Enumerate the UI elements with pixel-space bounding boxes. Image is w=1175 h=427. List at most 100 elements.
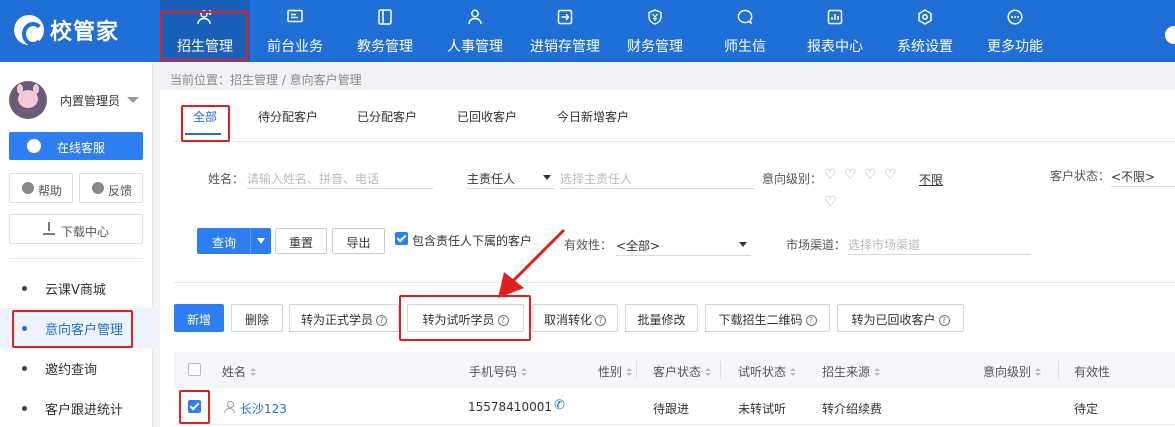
download-center-label: 下载中心 <box>61 225 110 239</box>
heart-icon[interactable]: ♡ <box>824 194 837 210</box>
online-service-label: 在线客服 <box>57 141 106 155</box>
intent-unlimited-link[interactable]: 不限 <box>919 171 943 188</box>
feedback-icon <box>92 182 104 194</box>
name-search-input[interactable]: 请输入姓名、拼音、电话 <box>247 165 433 189</box>
convert-formal-button[interactable]: 转为正式学员? <box>289 304 399 332</box>
include-subordinates-checkbox[interactable] <box>395 232 408 245</box>
heart-icon[interactable]: ♡ <box>824 167 837 183</box>
column-header-label: 性别 <box>598 365 623 379</box>
chevron-down-icon[interactable] <box>127 97 139 103</box>
heart-icon[interactable]: ♡ <box>844 167 857 183</box>
chat-icon <box>27 139 41 153</box>
sidebar-item-mall[interactable]: 云课V商城 <box>0 268 153 308</box>
settings-icon <box>918 9 932 25</box>
column-header-phone[interactable]: 手机号码 <box>469 363 528 380</box>
nav-label: 更多功能 <box>987 39 1043 55</box>
validity-select[interactable]: <全部> <box>616 232 751 256</box>
table-header: 姓名 手机号码 性别 客户状态 试听状态 招生来源 意向级别 有效性 <box>174 352 1175 388</box>
owner-select-input[interactable]: 选择主责任人 <box>560 165 755 189</box>
section-divider <box>174 282 1175 283</box>
column-header-gender[interactable]: 性别 <box>598 363 633 380</box>
nav-item-finance[interactable]: 财务管理 <box>610 0 700 62</box>
nav-scroll-handle[interactable] <box>1165 26 1175 44</box>
column-header-label: 意向级别 <box>983 365 1032 379</box>
channel-select-input[interactable]: 选择市场渠道 <box>848 231 1031 255</box>
column-header-label: 姓名 <box>222 365 247 379</box>
column-header-status[interactable]: 客户状态 <box>653 363 712 380</box>
nav-item-settings[interactable]: 系统设置 <box>880 0 970 62</box>
nav-item-more[interactable]: 更多功能 <box>970 0 1060 62</box>
user-name[interactable]: 内置管理员 <box>60 92 120 109</box>
table-row[interactable]: 长沙123 15578410001 ✆ 待跟进 未转试听 转介绍续费 待定 <box>174 388 1175 425</box>
nav-item-inventory[interactable]: 进销存管理 <box>520 0 610 62</box>
select-all-checkbox[interactable] <box>188 363 201 376</box>
heart-icon[interactable]: ♡ <box>864 167 877 183</box>
nav-label: 师生信 <box>724 39 766 55</box>
nav-item-messaging[interactable]: 师生信 <box>700 0 790 62</box>
tab-unassigned[interactable]: 待分配客户 <box>258 108 318 125</box>
download-qrcode-button[interactable]: 下载招生二维码? <box>705 304 830 332</box>
heart-icon[interactable]: ♡ <box>884 167 897 183</box>
book-icon <box>378 9 392 25</box>
nav-item-hr[interactable]: 人事管理 <box>430 0 520 62</box>
column-separator <box>636 361 637 379</box>
report-chart-icon <box>827 9 843 25</box>
customer-status-select[interactable]: <不限> <box>1111 163 1175 187</box>
tab-assigned[interactable]: 已分配客户 <box>357 108 417 125</box>
sidebar-item-invitation-query[interactable]: 邀约查询 <box>0 348 153 388</box>
column-header-name[interactable]: 姓名 <box>222 363 257 380</box>
customer-status-label: 客户状态： <box>1050 169 1111 183</box>
column-header-source[interactable]: 招生来源 <box>822 363 881 380</box>
chevron-down-icon[interactable] <box>257 238 265 244</box>
sidebar-item-followup-stats[interactable]: 客户跟进统计 <box>0 388 153 427</box>
person-icon <box>468 9 482 25</box>
reset-button[interactable]: 重置 <box>275 228 327 254</box>
cancel-conversion-button[interactable]: 取消转化? <box>532 304 618 332</box>
help-button[interactable]: 帮助 <box>9 173 73 203</box>
delete-button[interactable]: 删除 <box>231 304 283 332</box>
app-logo[interactable]: 校管家 <box>14 14 119 46</box>
sidebar-divider <box>9 258 143 259</box>
sort-icon <box>521 368 528 377</box>
download-center-button[interactable]: 下载中心 <box>9 214 143 244</box>
sort-icon <box>874 368 881 377</box>
help-icon <box>22 182 34 194</box>
tab-today-new[interactable]: 今日新增客户 <box>557 108 629 125</box>
trial-status-cell: 未转试听 <box>738 402 787 416</box>
phone-icon[interactable]: ✆ <box>554 398 565 413</box>
column-header-trial[interactable]: 试听状态 <box>738 363 797 380</box>
nav-item-reports[interactable]: 报表中心 <box>790 0 880 62</box>
column-header-label: 试听状态 <box>738 365 787 379</box>
sort-icon <box>1035 368 1042 377</box>
column-separator <box>720 361 721 379</box>
column-header-validity[interactable]: 有效性 <box>1074 363 1110 380</box>
bullet-icon <box>22 286 27 291</box>
owner-type-value: 主责任人 <box>467 172 516 186</box>
convert-recycled-button[interactable]: 转为已回收客户? <box>837 304 964 332</box>
nav-label: 教务管理 <box>357 39 413 55</box>
query-button[interactable]: 查询 <box>197 228 271 254</box>
phone-cell: 15578410001 <box>468 400 552 414</box>
annotation-arrow-icon <box>498 228 566 298</box>
tab-recycled[interactable]: 已回收客户 <box>457 108 517 125</box>
name-filter-label: 姓名： <box>208 172 245 186</box>
export-button[interactable]: 导出 <box>332 228 385 254</box>
online-service-button[interactable]: 在线客服 <box>9 132 143 160</box>
feedback-button[interactable]: 反馈 <box>79 173 143 203</box>
status-cell: 待跟进 <box>653 402 690 416</box>
sort-icon <box>790 368 797 377</box>
sort-icon <box>626 368 633 377</box>
avatar[interactable] <box>9 81 47 119</box>
column-header-label: 客户状态 <box>653 365 702 379</box>
owner-type-select[interactable]: 主责任人 <box>467 165 555 189</box>
query-label: 查询 <box>212 236 237 250</box>
column-header-intent[interactable]: 意向级别 <box>983 363 1042 380</box>
batch-edit-button[interactable]: 批量修改 <box>625 304 698 332</box>
nav-item-academic[interactable]: 教务管理 <box>340 0 430 62</box>
customer-name-link[interactable]: 长沙123 <box>240 400 287 417</box>
add-button[interactable]: 新增 <box>174 304 224 332</box>
validity-cell: 待定 <box>1074 402 1099 416</box>
download-icon <box>43 222 55 235</box>
nav-item-frontdesk[interactable]: 前台业务 <box>250 0 340 62</box>
bullet-icon <box>22 406 27 411</box>
